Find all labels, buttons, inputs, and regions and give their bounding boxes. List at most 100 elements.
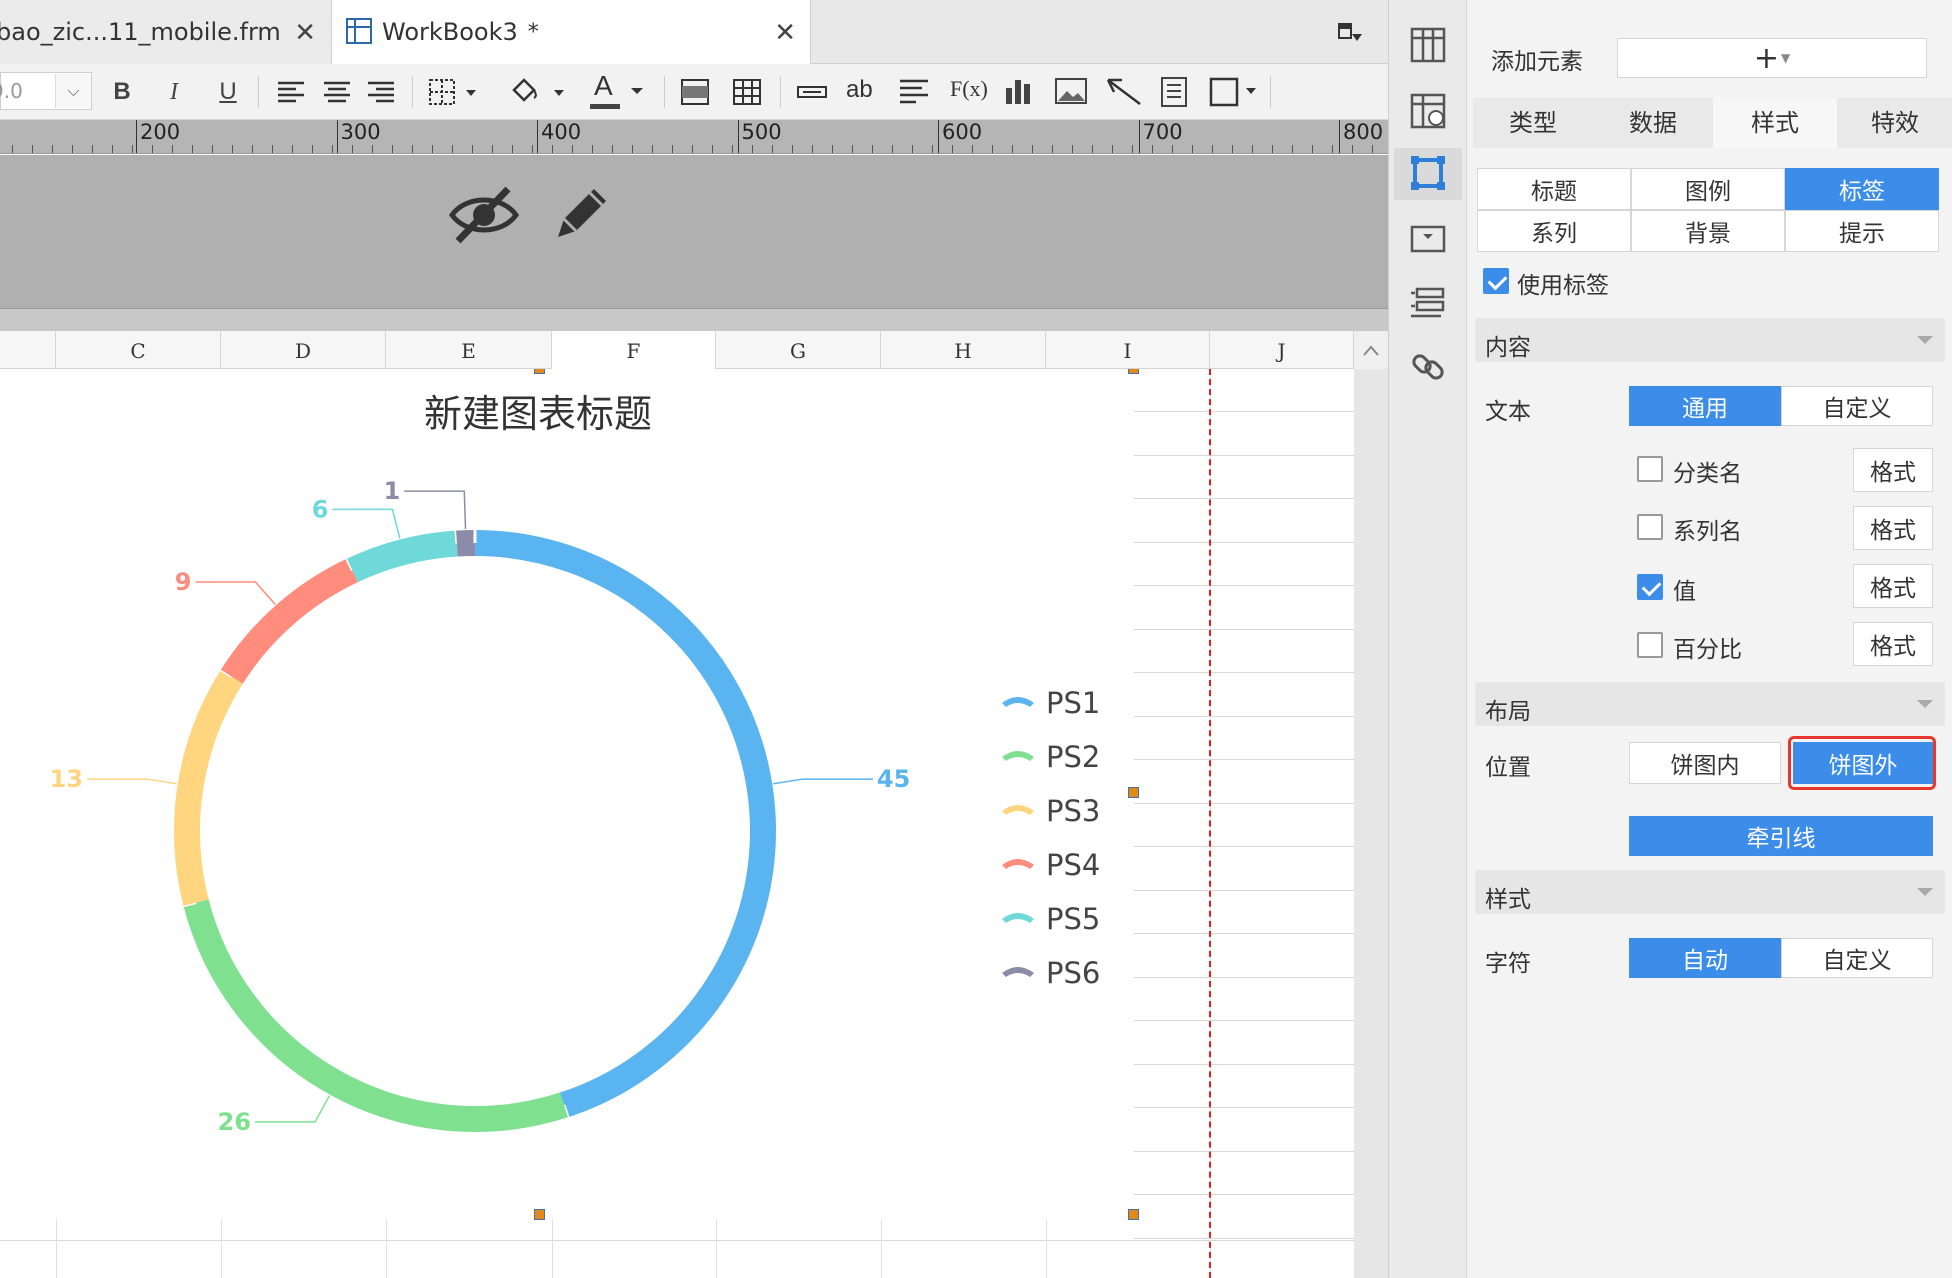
align-center-icon[interactable] <box>322 80 352 104</box>
font-color-button[interactable]: A <box>588 70 622 110</box>
cell-properties-icon[interactable] <box>1409 92 1447 130</box>
section-layout[interactable]: 布局 <box>1475 682 1945 726</box>
column-header-f[interactable]: F <box>552 331 716 369</box>
category-format-button[interactable]: 格式 <box>1853 448 1933 492</box>
tab-type[interactable]: 类型 <box>1473 98 1593 148</box>
subtab-background[interactable]: 背景 <box>1631 210 1785 252</box>
borders-icon[interactable] <box>428 78 480 106</box>
document-tab-workbook3[interactable]: WorkBook3 * ✕ <box>331 0 811 64</box>
fill-color-icon[interactable] <box>508 76 568 108</box>
chevron-down-icon <box>1917 700 1933 708</box>
character-custom-option[interactable]: 自定义 <box>1781 938 1933 978</box>
underline-button[interactable]: U <box>210 74 246 110</box>
leader-line-button[interactable]: 牵引线 <box>1629 816 1933 856</box>
resize-handle[interactable] <box>1128 1209 1139 1220</box>
widget-icon[interactable] <box>1409 220 1447 258</box>
column-header-h[interactable]: H <box>881 331 1046 369</box>
subtab-series[interactable]: 系列 <box>1477 210 1631 252</box>
column-line <box>716 1219 717 1278</box>
cell-layout-icon[interactable] <box>1409 26 1447 64</box>
category-name-checkbox[interactable] <box>1637 456 1663 482</box>
ruler-minor-tick <box>112 145 113 153</box>
value-checkbox[interactable] <box>1637 574 1663 600</box>
series-format-button[interactable]: 格式 <box>1853 506 1933 550</box>
series-name-checkbox[interactable] <box>1637 514 1663 540</box>
close-icon[interactable]: ✕ <box>774 18 796 48</box>
column-header-g[interactable]: G <box>716 331 881 369</box>
tab-menu-icon[interactable] <box>1338 22 1364 44</box>
slice-ps4[interactable] <box>220 558 359 684</box>
subtab-legend[interactable]: 图例 <box>1631 168 1785 210</box>
donut-chart[interactable]: 新建图表标题 45 26 13 9 6 1 PS1 PS2 PS3 PS4 PS5 PS6 <box>0 369 1134 1209</box>
add-element-button[interactable]: + ▼ <box>1617 38 1927 78</box>
vertical-scrollbar[interactable] <box>1354 369 1388 1278</box>
split-cells-icon[interactable] <box>732 78 762 106</box>
resize-handle[interactable] <box>534 369 545 374</box>
resize-handle[interactable] <box>1128 787 1139 798</box>
image-icon[interactable] <box>1054 76 1088 106</box>
subtab-label[interactable]: 标签 <box>1785 168 1939 210</box>
legend-label-ps5[interactable]: PS5 <box>1046 902 1100 936</box>
merge-cells-icon[interactable] <box>680 78 710 106</box>
text-field-icon[interactable] <box>796 84 828 100</box>
column-header-e[interactable]: E <box>386 331 552 369</box>
border-style-icon[interactable] <box>1208 76 1258 108</box>
bar-chart-icon[interactable] <box>1004 76 1034 106</box>
legend-label-ps3[interactable]: PS3 <box>1046 794 1100 828</box>
legend-label-ps4[interactable]: PS4 <box>1046 848 1100 882</box>
slash-line-icon[interactable] <box>1106 76 1142 106</box>
ruler-minor-tick <box>1332 145 1333 153</box>
use-label-checkbox[interactable] <box>1483 268 1509 294</box>
text-general-option[interactable]: 通用 <box>1629 386 1781 426</box>
pencil-icon[interactable] <box>550 181 614 245</box>
column-header-i[interactable]: I <box>1046 331 1210 369</box>
resize-handle[interactable] <box>1128 369 1139 374</box>
close-icon[interactable]: ✕ <box>294 18 316 48</box>
section-content[interactable]: 内容 <box>1475 318 1945 362</box>
subtab-title[interactable]: 标题 <box>1477 168 1631 210</box>
text-custom-option[interactable]: 自定义 <box>1781 386 1933 426</box>
legend-label-ps2[interactable]: PS2 <box>1046 740 1100 774</box>
column-header-c[interactable]: C <box>56 331 221 369</box>
tab-style[interactable]: 样式 <box>1713 98 1837 148</box>
chart-properties-icon[interactable] <box>1409 154 1447 192</box>
list-settings-icon[interactable] <box>1409 284 1447 322</box>
sheet-canvas[interactable]: 新建图表标题 45 26 13 9 6 1 PS1 PS2 PS3 PS4 PS5 PS6 <box>0 369 1354 1278</box>
slice-ps6[interactable] <box>456 530 476 557</box>
character-auto-option[interactable]: 自动 <box>1629 938 1781 978</box>
subtab-tooltip[interactable]: 提示 <box>1785 210 1939 252</box>
percent-checkbox[interactable] <box>1637 632 1663 658</box>
value-format-button[interactable]: 格式 <box>1853 564 1933 608</box>
column-header-d[interactable]: D <box>221 331 386 369</box>
slice-ps5[interactable] <box>346 530 458 583</box>
resize-handle[interactable] <box>534 1209 545 1220</box>
formula-button[interactable]: F(x) <box>950 76 988 102</box>
align-left-icon[interactable] <box>276 80 306 104</box>
tab-data[interactable]: 数据 <box>1593 98 1713 148</box>
column-header-partial[interactable] <box>0 331 56 369</box>
font-size-field[interactable]: 9.0 ⌵ <box>0 72 92 110</box>
slice-ps1[interactable] <box>474 530 776 1118</box>
slice-ps2[interactable] <box>183 899 569 1132</box>
legend-label-ps6[interactable]: PS6 <box>1046 956 1100 990</box>
align-right-icon[interactable] <box>366 80 396 104</box>
italic-button[interactable]: I <box>156 74 192 110</box>
text-tool-button[interactable]: ab <box>846 76 873 104</box>
frame-icon[interactable] <box>1160 76 1188 108</box>
chevron-down-icon[interactable]: ⌵ <box>55 74 91 108</box>
tab-effects[interactable]: 特效 <box>1837 98 1952 148</box>
paragraph-icon[interactable] <box>898 78 930 106</box>
section-style[interactable]: 样式 <box>1475 870 1945 914</box>
scroll-up-button[interactable] <box>1354 331 1388 369</box>
bold-button[interactable]: B <box>104 74 140 110</box>
link-icon[interactable] <box>1409 348 1447 386</box>
percent-format-button[interactable]: 格式 <box>1853 622 1933 666</box>
position-inside-option[interactable]: 饼图内 <box>1629 742 1781 784</box>
eye-slash-icon[interactable] <box>448 183 520 245</box>
column-header-j[interactable]: J <box>1210 331 1354 369</box>
slice-ps3[interactable] <box>174 669 243 906</box>
legend-label-ps1[interactable]: PS1 <box>1046 686 1100 720</box>
ruler-minor-tick <box>652 145 653 153</box>
chevron-down-icon[interactable] <box>630 86 644 96</box>
document-tab-mobile-frm[interactable]: bao_zic...11_mobile.frm ✕ <box>0 0 330 64</box>
